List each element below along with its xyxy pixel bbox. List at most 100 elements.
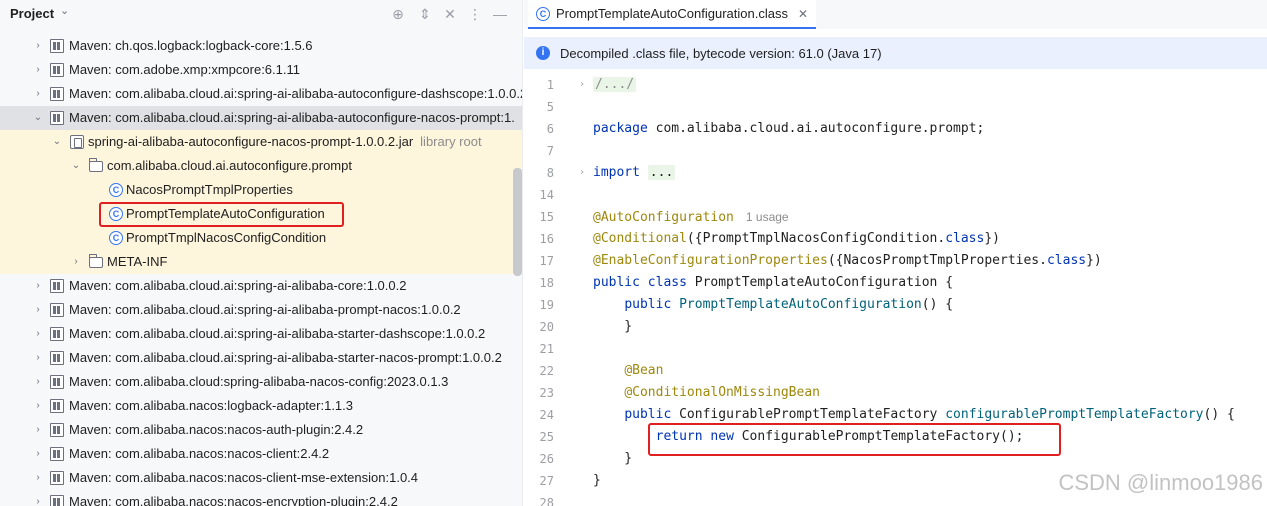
info-icon: i — [536, 46, 550, 60]
code-text: } — [593, 316, 632, 338]
code-token: @Bean — [624, 363, 664, 378]
tree-item[interactable]: ⌄ com.alibaba.cloud.ai.autoconfigure.prom… — [0, 154, 522, 178]
locate-icon[interactable]: ⊕ — [389, 5, 407, 23]
code-text: } — [593, 448, 632, 470]
fold-chevron-icon[interactable]: › — [579, 74, 585, 96]
library-icon — [50, 399, 64, 413]
chevron-right-icon[interactable]: › — [32, 322, 44, 346]
code-line[interactable]: 1 › /.../ — [524, 74, 1267, 96]
chevron-right-icon[interactable]: › — [70, 250, 82, 274]
code-line[interactable]: 19 public PromptTemplateAutoConfiguratio… — [524, 294, 1267, 316]
code-line[interactable]: 5 — [524, 96, 1267, 118]
tree-item-label: Maven: com.alibaba.cloud.ai:spring-ai-al… — [69, 302, 461, 317]
tree-item[interactable]: C NacosPromptTmplProperties — [0, 178, 522, 202]
project-panel: Project ⌄ ⊕ ⇕ ✕ ⋮ — › Maven: ch.qos.logba… — [0, 0, 523, 506]
code-token: class — [1046, 253, 1087, 268]
tree-item[interactable]: › Maven: com.alibaba.cloud:spring-alibaba… — [0, 370, 522, 394]
tree-item-label: Maven: com.alibaba.cloud:spring-alibaba-… — [69, 374, 449, 389]
tree-item[interactable]: › META-INF — [0, 250, 522, 274]
chevron-right-icon[interactable]: › — [32, 58, 44, 82]
line-number: 6 — [546, 122, 554, 136]
tree-item[interactable]: ⌄ spring-ai-alibaba-autoconfigure-nacos-p… — [0, 130, 522, 154]
line-number: 21 — [539, 342, 554, 356]
line-number: 7 — [546, 144, 554, 158]
tree-item[interactable]: › Maven: com.alibaba.nacos:logback-adapte… — [0, 394, 522, 418]
chevron-down-icon[interactable]: ⌄ — [51, 130, 63, 154]
code-line[interactable]: 17 @EnableConfigurationProperties({NacosP… — [524, 250, 1267, 272]
code-text: public PromptTemplateAutoConfiguration()… — [593, 294, 953, 316]
code-line[interactable]: 16 @Conditional({PromptTmplNacosConfigCon… — [524, 228, 1267, 250]
line-number: 1 — [546, 78, 554, 92]
chevron-down-icon[interactable]: ⌄ — [70, 154, 82, 178]
tree-item-label: Maven: com.alibaba.cloud.ai:spring-ai-al… — [69, 110, 515, 125]
code-line[interactable]: 22 @Bean — [524, 360, 1267, 382]
tree-item[interactable]: › Maven: com.alibaba.cloud.ai:spring-ai-a… — [0, 298, 522, 322]
tree-item[interactable]: › Maven: ch.qos.logback:logback-core:1.5.… — [0, 34, 522, 58]
tree-item[interactable]: › Maven: com.alibaba.nacos:nacos-encrypti… — [0, 490, 522, 506]
code-token: } — [593, 473, 601, 488]
chevron-right-icon[interactable]: › — [32, 346, 44, 370]
tree-item-label: PromptTmplNacosConfigCondition — [126, 230, 327, 245]
tab-prompt-template-auto-configuration[interactable]: C PromptTemplateAutoConfiguration.class … — [528, 0, 817, 29]
tree-item[interactable]: C PromptTmplNacosConfigCondition — [0, 226, 522, 250]
hide-icon[interactable]: — — [491, 5, 509, 23]
code-line[interactable]: 18 public class PromptTemplateAutoConfigu… — [524, 272, 1267, 294]
tab-label: PromptTemplateAutoConfiguration.class — [556, 6, 788, 21]
code-line[interactable]: 15 @AutoConfiguration 1 usage — [524, 206, 1267, 228]
library-root-tag: library root — [420, 134, 482, 149]
code-token: com.alibaba.cloud.ai.autoconfigure.promp… — [647, 121, 985, 136]
chevron-right-icon[interactable]: › — [32, 466, 44, 490]
close-icon[interactable]: ✕ — [798, 7, 808, 21]
line-number: 17 — [539, 254, 554, 268]
line-number: 23 — [539, 386, 554, 400]
collapse-all-icon[interactable]: ✕ — [441, 5, 459, 23]
tree-item-label: Maven: com.adobe.xmp:xmpcore:6.1.11 — [69, 62, 300, 77]
chevron-right-icon[interactable]: › — [32, 418, 44, 442]
chevron-down-icon[interactable]: ⌄ — [60, 4, 69, 17]
tree-item[interactable]: › Maven: com.alibaba.nacos:nacos-auth-plu… — [0, 418, 522, 442]
code-token: () { — [921, 297, 954, 312]
chevron-down-icon[interactable]: ⌄ — [32, 106, 44, 130]
chevron-right-icon[interactable]: › — [32, 298, 44, 322]
code-line[interactable]: 6 package com.alibaba.cloud.ai.autoconfig… — [524, 118, 1267, 140]
chevron-right-icon[interactable]: › — [32, 274, 44, 298]
usage-hint[interactable]: 1 usage — [746, 210, 789, 224]
library-icon — [50, 495, 64, 506]
tree-item[interactable]: › Maven: com.alibaba.cloud.ai:spring-ai-a… — [0, 274, 522, 298]
code-line[interactable]: 21 — [524, 338, 1267, 360]
folder-icon — [89, 254, 103, 268]
chevron-right-icon[interactable]: › — [32, 394, 44, 418]
tree-item[interactable]: › Maven: com.adobe.xmp:xmpcore:6.1.11 — [0, 58, 522, 82]
line-number: 18 — [539, 276, 554, 290]
project-title[interactable]: Project — [10, 6, 54, 21]
chevron-right-icon[interactable]: › — [32, 490, 44, 506]
tree-item[interactable]: ⌄ Maven: com.alibaba.cloud.ai:spring-ai-a… — [0, 106, 522, 130]
options-icon[interactable]: ⋮ — [466, 5, 484, 23]
code-line[interactable]: 8 › import ... — [524, 162, 1267, 184]
tree-item[interactable]: › Maven: com.alibaba.nacos:nacos-client:2… — [0, 442, 522, 466]
code-line[interactable]: 14 — [524, 184, 1267, 206]
chevron-right-icon[interactable]: › — [32, 82, 44, 106]
chevron-right-icon[interactable]: › — [32, 442, 44, 466]
tree-item[interactable]: › Maven: com.alibaba.nacos:nacos-client-m… — [0, 466, 522, 490]
tree-item-label: Maven: com.alibaba.cloud.ai:spring-ai-al… — [69, 86, 523, 101]
code-text: package com.alibaba.cloud.ai.autoconfigu… — [593, 118, 984, 140]
library-icon — [50, 423, 64, 437]
code-line[interactable]: 20 } — [524, 316, 1267, 338]
fold-chevron-icon[interactable]: › — [579, 162, 585, 184]
tree-item[interactable]: › Maven: com.alibaba.cloud.ai:spring-ai-a… — [0, 346, 522, 370]
class-icon: C — [109, 231, 123, 245]
tree-item[interactable]: › Maven: com.alibaba.cloud.ai:spring-ai-a… — [0, 82, 523, 106]
tree-item[interactable]: › Maven: com.alibaba.cloud.ai:spring-ai-a… — [0, 322, 522, 346]
code-line[interactable]: 23 @ConditionalOnMissingBean — [524, 382, 1267, 404]
line-number: 24 — [539, 408, 554, 422]
tree-scrollbar[interactable] — [513, 168, 522, 276]
code-line[interactable]: 7 — [524, 140, 1267, 162]
expand-all-icon[interactable]: ⇕ — [416, 5, 434, 23]
tree-item-label: Maven: com.alibaba.nacos:nacos-encryptio… — [69, 494, 398, 506]
chevron-right-icon[interactable]: › — [32, 370, 44, 394]
code-token: PromptTemplateAutoConfiguration — [679, 297, 922, 312]
chevron-right-icon[interactable]: › — [32, 34, 44, 58]
tree-item-label: Maven: com.alibaba.cloud.ai:spring-ai-al… — [69, 278, 407, 293]
